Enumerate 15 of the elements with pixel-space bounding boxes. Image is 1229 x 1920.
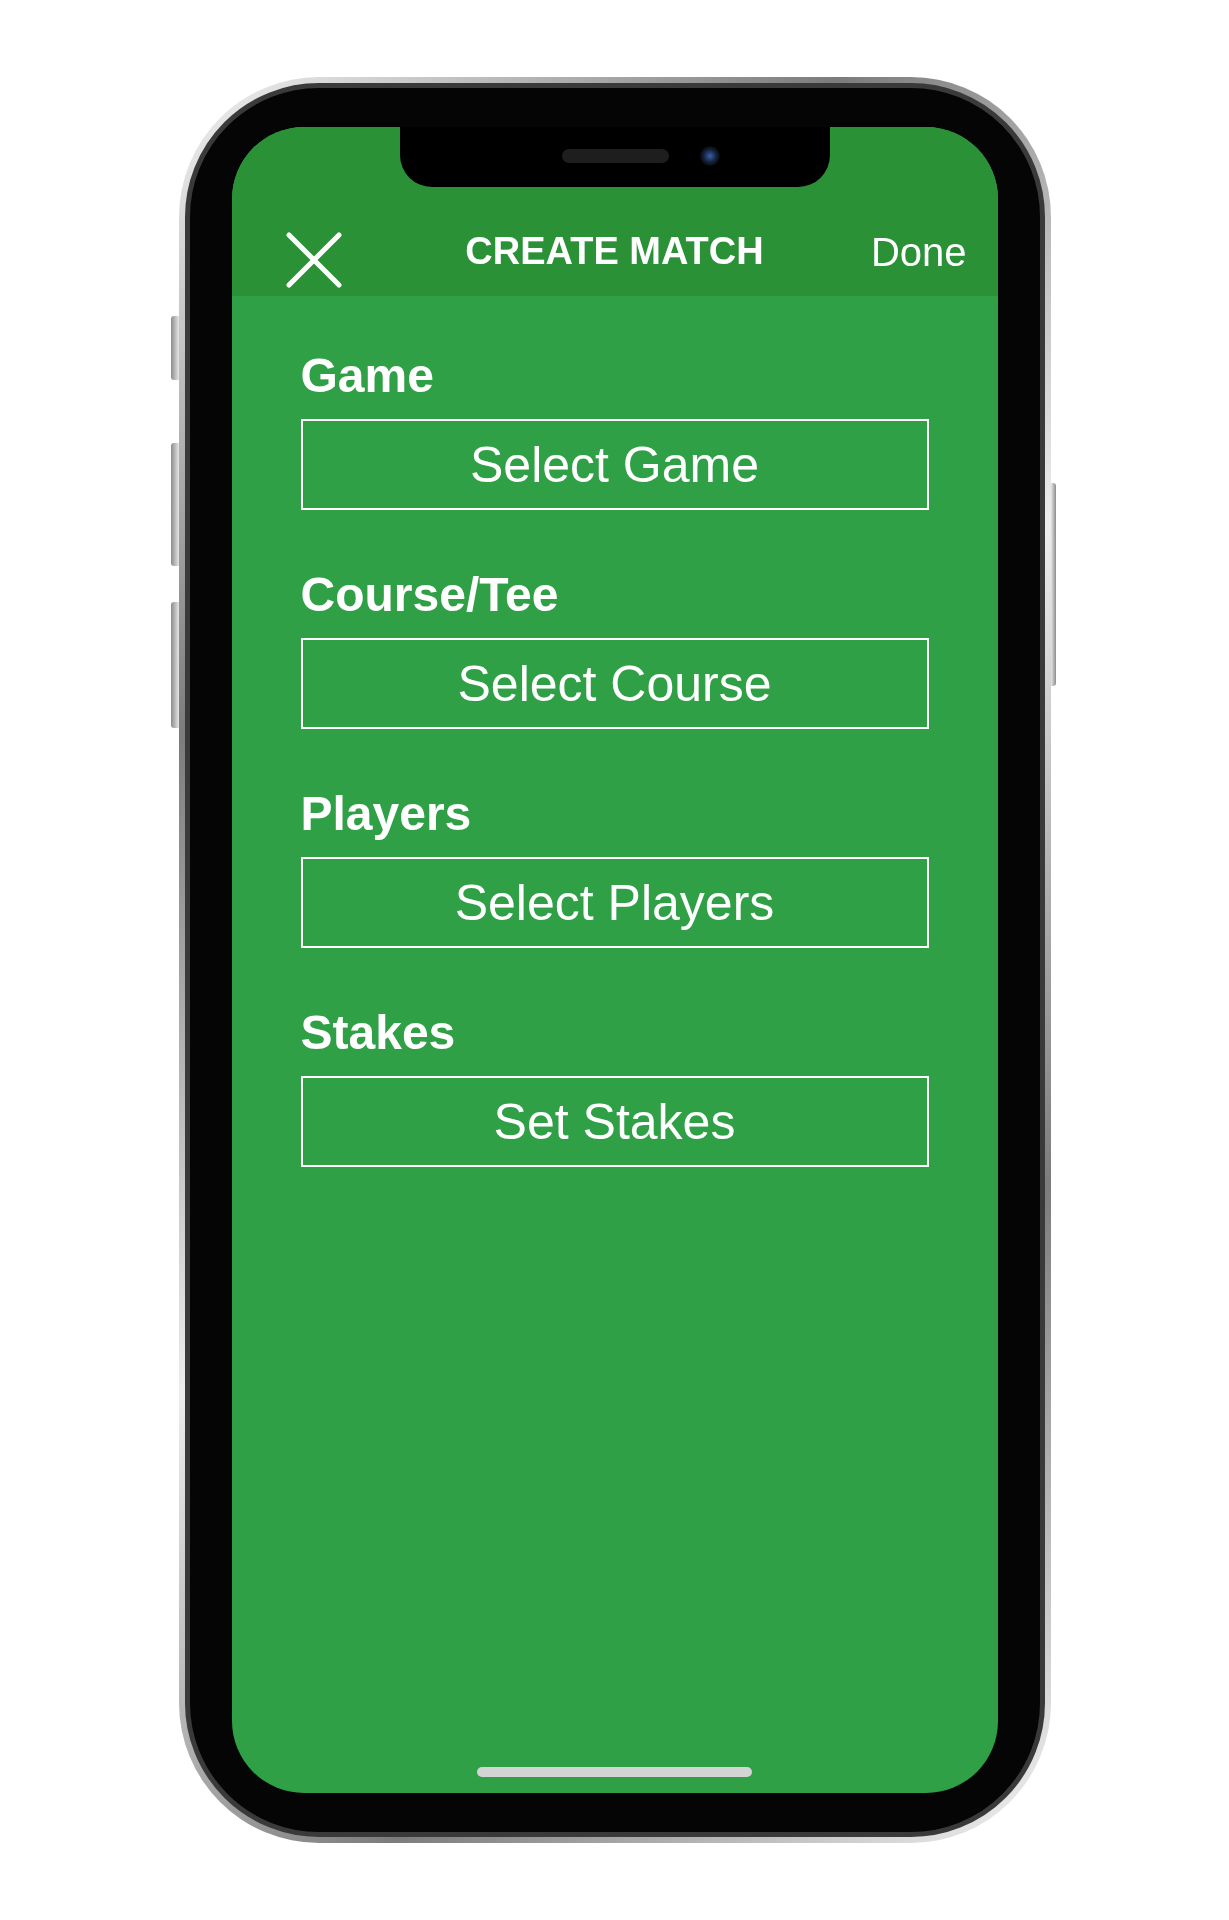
select-button[interactable]: Select Game <box>300 419 929 510</box>
side-key <box>170 316 179 380</box>
section-label: Stakes <box>300 1009 457 1057</box>
page-title: CREATE MATCH <box>465 232 764 270</box>
select-button[interactable]: Select Course <box>300 638 929 729</box>
section-label: Game <box>300 352 435 400</box>
select-button[interactable]: Set Stakes <box>300 1076 929 1167</box>
select-button[interactable]: Select Players <box>300 857 929 948</box>
speaker-grille-icon <box>561 149 669 163</box>
close-button[interactable] <box>285 232 342 288</box>
section-label: Course/Tee <box>300 571 560 619</box>
close-icon <box>285 232 342 288</box>
done-button[interactable]: Done <box>870 232 967 272</box>
section-label: Players <box>300 790 473 838</box>
camera-icon <box>699 146 720 166</box>
